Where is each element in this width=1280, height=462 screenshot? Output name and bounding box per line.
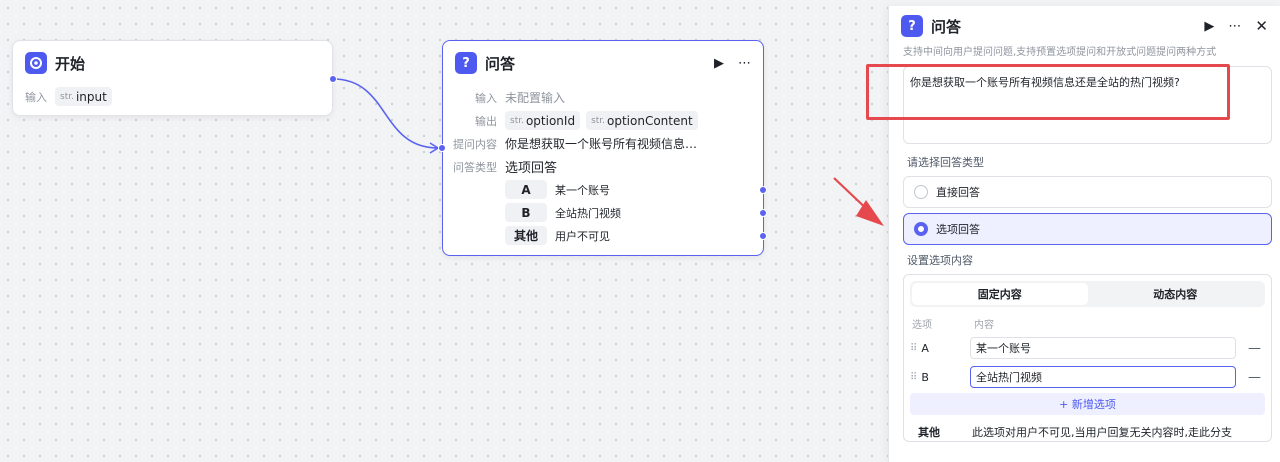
option-edit-row: ⠿A — (910, 335, 1265, 361)
qa-option-row: 其他 用户不可见 (443, 224, 763, 247)
edge-start-to-qa (332, 78, 439, 149)
radio-circle-selected (914, 222, 928, 236)
more-icon[interactable]: ⋯ (1228, 19, 1241, 34)
qa-node[interactable]: ? 问答 ▶ ⋯ 输入 未配置输入 输出 str. optionId str. … (442, 40, 764, 256)
panel-subtitle: 支持中间向用户提问问题,支持预置选项提问和开放式问题提问两种方式 (903, 47, 1217, 58)
qa-input-handle[interactable] (438, 144, 446, 152)
answer-type-section-label: 请选择回答类型 (907, 156, 984, 169)
radio-circle (914, 185, 928, 199)
content-mode-tabs: 固定内容 动态内容 (910, 281, 1265, 307)
tab-fixed-content[interactable]: 固定内容 (912, 283, 1088, 305)
qa-option-row: A 某一个账号 (443, 178, 763, 201)
play-icon[interactable]: ▶ (714, 56, 724, 71)
qa-prompt-value: 你是想获取一个账号所有视频信息… (505, 137, 698, 151)
drag-handle-icon[interactable]: ⠿ (910, 343, 917, 354)
qa-node-title: 问答 (485, 54, 516, 73)
question-icon: ? (455, 52, 477, 74)
question-icon: ? (901, 15, 923, 37)
qa-option-other-handle[interactable] (759, 232, 767, 240)
highlight-box (866, 64, 1230, 120)
qa-prompt-label: 提问内容 (453, 137, 497, 151)
close-icon[interactable]: ✕ (1255, 17, 1268, 35)
options-config-box: 固定内容 动态内容 选项 内容 ⠿A — ⠿B — + 新增选项 其他 此选项对… (903, 274, 1272, 442)
qa-input-label: 输入 (475, 91, 497, 105)
options-section-label: 设置选项内容 (907, 254, 973, 267)
qa-option-a-handle[interactable] (759, 186, 767, 194)
add-option-button[interactable]: + 新增选项 (910, 393, 1265, 415)
qa-answer-type-label: 问答类型 (453, 160, 497, 174)
start-input-label: 输入 (25, 90, 47, 104)
start-output-handle[interactable] (329, 75, 337, 83)
option-edit-row: ⠿B — (910, 364, 1265, 390)
qa-answer-type-value: 选项回答 (505, 161, 558, 176)
edge-arrowhead (429, 142, 440, 154)
panel-title: 问答 (931, 17, 962, 36)
tab-dynamic-content[interactable]: 动态内容 (1088, 283, 1264, 305)
start-icon (25, 52, 47, 74)
options-column-headers: 选项 内容 (912, 319, 994, 331)
output-tag-optioncontent: str. optionContent (586, 111, 698, 130)
start-input-tag: str. input (55, 87, 112, 106)
drag-handle-icon[interactable]: ⠿ (910, 372, 917, 383)
qa-option-b-handle[interactable] (759, 209, 767, 217)
remove-option-icon[interactable]: — (1248, 370, 1261, 385)
qa-option-row: B 全站热门视频 (443, 201, 763, 224)
output-tag-optionid: str. optionId (505, 111, 581, 130)
play-icon[interactable]: ▶ (1204, 19, 1214, 34)
start-node-title: 开始 (55, 54, 86, 73)
start-node[interactable]: 开始 输入 str. input (12, 40, 333, 116)
more-icon[interactable]: ⋯ (738, 56, 751, 71)
option-b-input[interactable] (970, 366, 1236, 388)
remove-option-icon[interactable]: — (1248, 341, 1261, 356)
annotation-arrow (833, 177, 884, 226)
qa-input-value: 未配置输入 (505, 91, 566, 105)
other-option-row: 其他 此选项对用户不可见,当用户回复无关内容时,走此分支 (918, 426, 1232, 439)
radio-direct-answer[interactable]: 直接回答 (903, 176, 1272, 208)
qa-output-label: 输出 (475, 114, 497, 128)
option-a-input[interactable] (970, 337, 1236, 359)
radio-option-answer[interactable]: 选项回答 (903, 213, 1272, 245)
